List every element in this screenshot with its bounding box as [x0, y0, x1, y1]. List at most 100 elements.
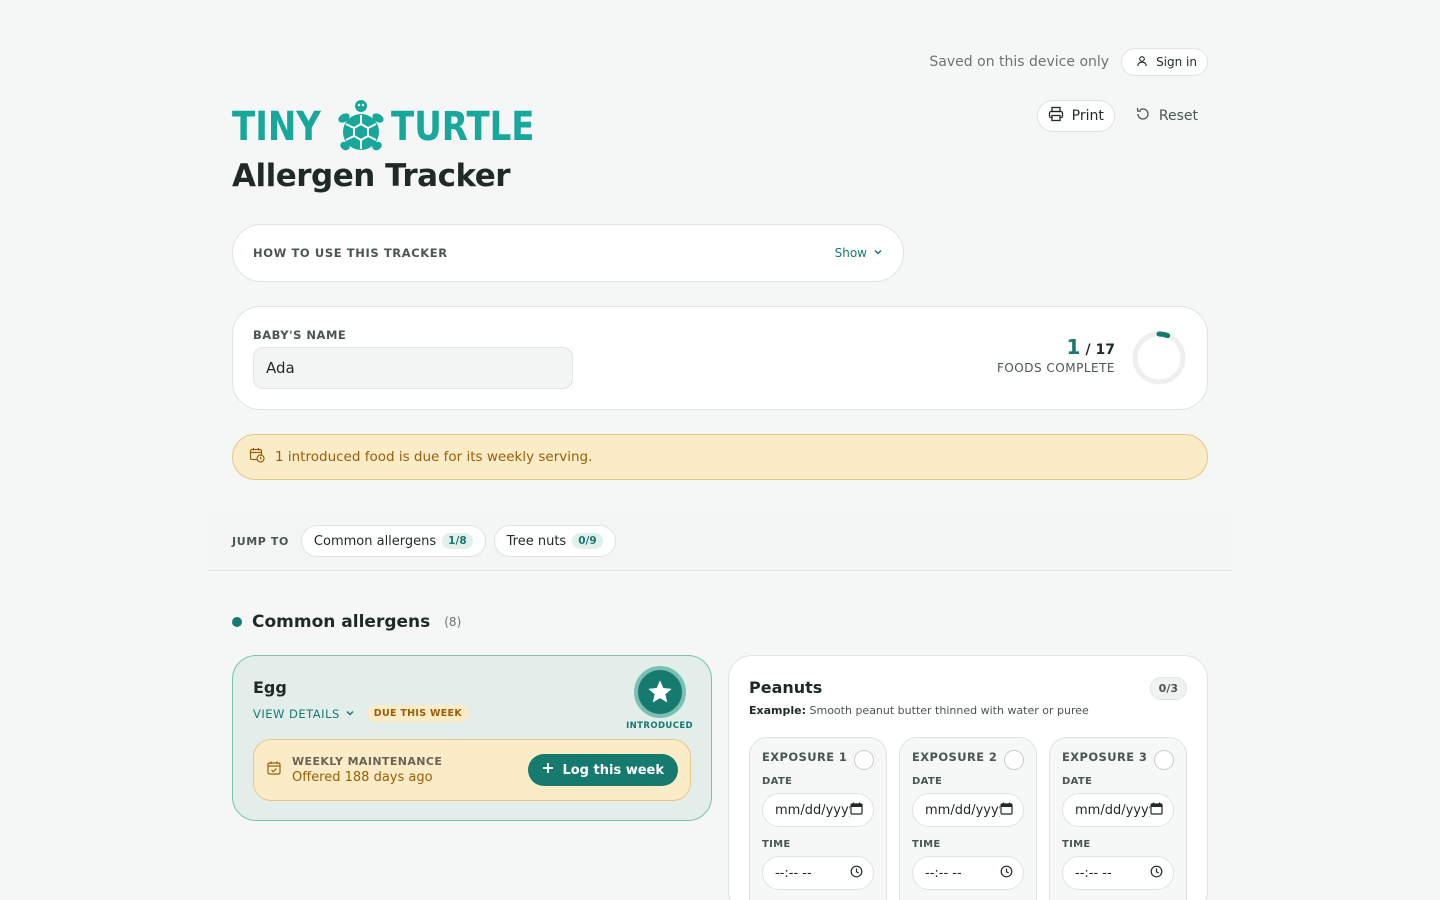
- brand-header: TINY TURTLE Allergen Tracker: [232, 98, 559, 194]
- chevron-down-icon: [345, 707, 355, 721]
- how-to-show-toggle[interactable]: Show: [835, 246, 883, 260]
- date-label: DATE: [1062, 776, 1093, 787]
- baby-name-input[interactable]: [253, 347, 573, 389]
- baby-info-card: BABY'S NAME 1 / 17 FOODS COMPLETE: [232, 306, 1208, 410]
- log-button-label: Log this week: [562, 762, 664, 778]
- baby-name-label: BABY'S NAME: [253, 328, 347, 342]
- clock-icon[interactable]: [1000, 865, 1013, 882]
- calendar-icon[interactable]: [1150, 802, 1163, 819]
- chevron-down-icon: [873, 246, 883, 260]
- progress-label: FOODS COMPLETE: [996, 361, 1115, 375]
- turtle-icon: [338, 100, 384, 151]
- log-this-week-button[interactable]: Log this week: [528, 754, 678, 786]
- food-card-peanuts: Peanuts Example: Smooth peanut butter th…: [728, 655, 1208, 900]
- user-icon: [1136, 55, 1148, 70]
- reset-button[interactable]: Reset: [1125, 100, 1208, 132]
- maintenance-info: WEEKLY MAINTENANCE Offered 188 days ago: [292, 755, 528, 785]
- date-placeholder: mm/dd/yyyy: [925, 802, 1000, 818]
- date-placeholder: mm/dd/yyyy: [1075, 802, 1150, 818]
- sign-in-button[interactable]: Sign in: [1121, 48, 1208, 76]
- clock-icon[interactable]: [850, 865, 863, 882]
- jump-pill-count: 0/9: [572, 533, 603, 549]
- header-actions: Print Reset: [1036, 100, 1208, 132]
- jump-tree-nuts[interactable]: Tree nuts 0/9: [493, 525, 616, 557]
- print-button[interactable]: Print: [1036, 100, 1115, 132]
- exposure-checkbox[interactable]: [854, 750, 874, 770]
- progress-ring: [1132, 331, 1186, 385]
- view-details-label: VIEW DETAILS: [253, 706, 340, 721]
- date-input[interactable]: mm/dd/yyyy: [762, 793, 874, 827]
- jump-pill-label: Tree nuts: [506, 533, 567, 549]
- printer-icon: [1048, 106, 1064, 126]
- maintenance-label: WEEKLY MAINTENANCE: [292, 755, 443, 768]
- example-label: Example:: [749, 704, 806, 717]
- time-placeholder: --:-- --: [1075, 865, 1112, 881]
- time-input[interactable]: --:-- --: [1062, 856, 1174, 890]
- calendar-check-icon: [266, 760, 282, 780]
- date-label: DATE: [912, 776, 943, 787]
- jump-to-bar: JUMP TO Common allergens 1/8 Tree nuts 0…: [208, 512, 1232, 571]
- view-details-toggle[interactable]: VIEW DETAILS: [253, 707, 355, 721]
- time-input[interactable]: --:-- --: [762, 856, 874, 890]
- logo-word-right: TURTLE: [390, 104, 535, 150]
- clock-icon[interactable]: [1150, 865, 1163, 882]
- food-name: Peanuts: [749, 678, 823, 697]
- jump-to-label: JUMP TO: [232, 534, 289, 548]
- food-name: Egg: [253, 678, 287, 697]
- jump-common-allergens[interactable]: Common allergens 1/8: [300, 525, 486, 557]
- calendar-clock-icon: [249, 447, 265, 467]
- time-placeholder: --:-- --: [775, 865, 812, 881]
- exposure-count-badge: 0/3: [1149, 677, 1187, 700]
- reset-label: Reset: [1158, 108, 1198, 124]
- exposure-card: EXPOSURE 3 DATE mm/dd/yyyy TIME --:-- --: [1049, 737, 1187, 900]
- progress-summary: 1 / 17 FOODS COMPLETE: [997, 335, 1115, 375]
- how-to-use-label: HOW TO USE THIS TRACKER: [253, 246, 448, 260]
- date-input[interactable]: mm/dd/yyyy: [1062, 793, 1174, 827]
- calendar-icon[interactable]: [850, 802, 863, 819]
- date-input[interactable]: mm/dd/yyyy: [912, 793, 1024, 827]
- how-to-use-panel[interactable]: HOW TO USE THIS TRACKER Show: [232, 224, 904, 282]
- exposure-card: EXPOSURE 2 DATE mm/dd/yyyy TIME --:-- --: [899, 737, 1037, 900]
- jump-pill-count: 1/8: [442, 533, 473, 549]
- example-text: Smooth peanut butter thinned with water …: [809, 704, 1089, 717]
- time-placeholder: --:-- --: [925, 865, 962, 881]
- exposures-row: EXPOSURE 1 DATE mm/dd/yyyy TIME --:-- --…: [749, 737, 1187, 900]
- date-placeholder: mm/dd/yyyy: [775, 802, 850, 818]
- progress-total: / 17: [1085, 342, 1115, 358]
- star-icon: [633, 666, 686, 718]
- introduced-badge: INTRODUCED: [626, 666, 693, 731]
- food-example: Example: Smooth peanut butter thinned wi…: [749, 704, 1089, 717]
- food-meta: VIEW DETAILS DUE THIS WEEK: [253, 705, 470, 722]
- top-bar: Saved on this device only Sign in: [929, 48, 1208, 76]
- due-banner: 1 introduced food is due for its weekly …: [232, 434, 1208, 480]
- time-input[interactable]: --:-- --: [912, 856, 1024, 890]
- print-label: Print: [1071, 108, 1104, 124]
- section-dot: [232, 617, 242, 627]
- page-title: Allergen Tracker: [232, 158, 511, 194]
- plus-icon: [542, 762, 554, 778]
- progress-completed: 1: [1066, 335, 1081, 359]
- time-label: TIME: [1062, 839, 1091, 850]
- food-card-egg: Egg VIEW DETAILS DUE THIS WEEK INTRODUCE…: [232, 655, 712, 821]
- due-banner-text: 1 introduced food is due for its weekly …: [275, 449, 593, 465]
- section-title: Common allergens: [252, 612, 431, 632]
- section-count: (8): [444, 615, 462, 629]
- date-label: DATE: [762, 776, 793, 787]
- tiny-turtle-logo: TINY TURTLE: [232, 98, 559, 156]
- due-this-week-badge: DUE THIS WEEK: [366, 705, 470, 722]
- maintenance-value: Offered 188 days ago: [292, 770, 433, 785]
- section-heading: Common allergens (8): [232, 612, 461, 632]
- logo-word-left: TINY: [232, 104, 321, 150]
- introduced-label: INTRODUCED: [626, 721, 693, 731]
- exposure-checkbox[interactable]: [1154, 750, 1174, 770]
- weekly-maintenance-box: WEEKLY MAINTENANCE Offered 188 days ago …: [253, 739, 691, 801]
- exposure-checkbox[interactable]: [1004, 750, 1024, 770]
- jump-pill-label: Common allergens: [313, 533, 437, 549]
- sign-in-label: Sign in: [1156, 55, 1197, 69]
- exposure-card: EXPOSURE 1 DATE mm/dd/yyyy TIME --:-- --: [749, 737, 887, 900]
- time-label: TIME: [762, 839, 791, 850]
- show-label: Show: [834, 246, 867, 260]
- calendar-icon[interactable]: [1000, 802, 1013, 819]
- reset-icon: [1135, 106, 1151, 126]
- time-label: TIME: [912, 839, 941, 850]
